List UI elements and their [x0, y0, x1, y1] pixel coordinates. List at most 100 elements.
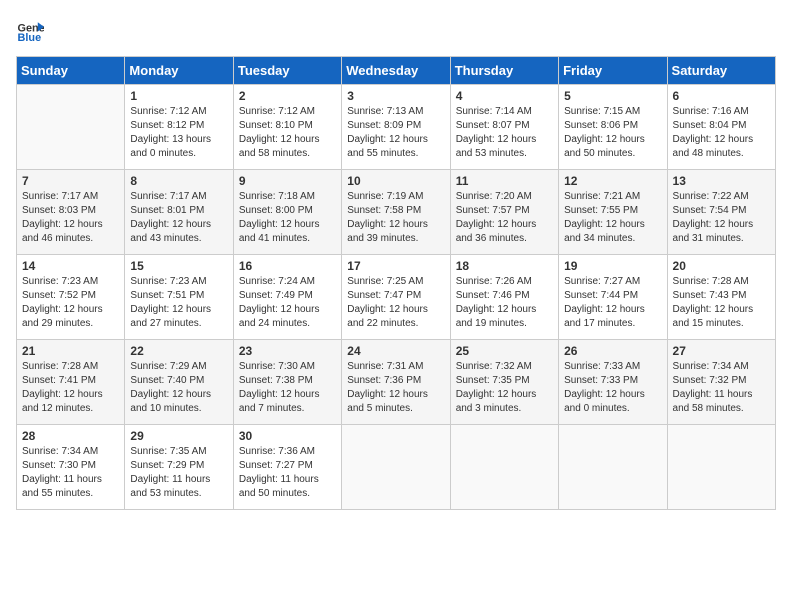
day-info: Sunrise: 7:14 AMSunset: 8:07 PMDaylight:…: [456, 105, 553, 161]
day-info: Sunrise: 7:34 AMSunset: 7:32 PMDaylight:…: [673, 360, 770, 416]
calendar-week-row: 1 Sunrise: 7:12 AMSunset: 8:12 PMDaylight…: [17, 85, 776, 170]
logo: General Blue: [16, 16, 48, 44]
weekday-header: Friday: [559, 57, 667, 85]
day-number: 6: [673, 89, 770, 103]
day-number: 18: [456, 259, 553, 273]
day-info: Sunrise: 7:19 AMSunset: 7:58 PMDaylight:…: [347, 190, 444, 246]
logo-icon: General Blue: [16, 16, 44, 44]
day-number: 5: [564, 89, 661, 103]
day-info: Sunrise: 7:23 AMSunset: 7:52 PMDaylight:…: [22, 275, 119, 331]
day-info: Sunrise: 7:28 AMSunset: 7:41 PMDaylight:…: [22, 360, 119, 416]
calendar-cell: [17, 85, 125, 170]
day-number: 24: [347, 344, 444, 358]
calendar-cell: [450, 425, 558, 510]
day-number: 20: [673, 259, 770, 273]
day-info: Sunrise: 7:18 AMSunset: 8:00 PMDaylight:…: [239, 190, 336, 246]
day-number: 21: [22, 344, 119, 358]
weekday-header: Wednesday: [342, 57, 450, 85]
day-info: Sunrise: 7:30 AMSunset: 7:38 PMDaylight:…: [239, 360, 336, 416]
day-number: 2: [239, 89, 336, 103]
calendar-cell: 26 Sunrise: 7:33 AMSunset: 7:33 PMDayligh…: [559, 340, 667, 425]
day-number: 3: [347, 89, 444, 103]
day-info: Sunrise: 7:25 AMSunset: 7:47 PMDaylight:…: [347, 275, 444, 331]
calendar-cell: 11 Sunrise: 7:20 AMSunset: 7:57 PMDayligh…: [450, 170, 558, 255]
calendar-cell: 7 Sunrise: 7:17 AMSunset: 8:03 PMDaylight…: [17, 170, 125, 255]
calendar-cell: 3 Sunrise: 7:13 AMSunset: 8:09 PMDaylight…: [342, 85, 450, 170]
day-info: Sunrise: 7:32 AMSunset: 7:35 PMDaylight:…: [456, 360, 553, 416]
calendar-cell: 2Sunrise: 7:12 AMSunset: 8:10 PMDaylight…: [233, 85, 341, 170]
weekday-header: Monday: [125, 57, 233, 85]
weekday-header: Thursday: [450, 57, 558, 85]
day-number: 8: [130, 174, 227, 188]
calendar-cell: 8 Sunrise: 7:17 AMSunset: 8:01 PMDaylight…: [125, 170, 233, 255]
day-info: Sunrise: 7:28 AMSunset: 7:43 PMDaylight:…: [673, 275, 770, 331]
calendar-cell: 20 Sunrise: 7:28 AMSunset: 7:43 PMDayligh…: [667, 255, 775, 340]
calendar-header-row: SundayMondayTuesdayWednesdayThursdayFrid…: [17, 57, 776, 85]
calendar-cell: 29 Sunrise: 7:35 AMSunset: 7:29 PMDayligh…: [125, 425, 233, 510]
day-number: 25: [456, 344, 553, 358]
calendar-cell: 10 Sunrise: 7:19 AMSunset: 7:58 PMDayligh…: [342, 170, 450, 255]
calendar-cell: 30 Sunrise: 7:36 AMSunset: 7:27 PMDayligh…: [233, 425, 341, 510]
day-number: 17: [347, 259, 444, 273]
calendar-table: SundayMondayTuesdayWednesdayThursdayFrid…: [16, 56, 776, 510]
day-number: 13: [673, 174, 770, 188]
day-number: 9: [239, 174, 336, 188]
calendar-cell: 28 Sunrise: 7:34 AMSunset: 7:30 PMDayligh…: [17, 425, 125, 510]
calendar-cell: [667, 425, 775, 510]
calendar-cell: 6Sunrise: 7:16 AMSunset: 8:04 PMDaylight…: [667, 85, 775, 170]
day-number: 16: [239, 259, 336, 273]
day-info: Sunrise: 7:12 AMSunset: 8:12 PMDaylight:…: [130, 105, 227, 161]
calendar-cell: 12Sunrise: 7:21 AMSunset: 7:55 PMDayligh…: [559, 170, 667, 255]
calendar-cell: 17 Sunrise: 7:25 AMSunset: 7:47 PMDayligh…: [342, 255, 450, 340]
calendar-week-row: 14 Sunrise: 7:23 AMSunset: 7:52 PMDayligh…: [17, 255, 776, 340]
day-info: Sunrise: 7:36 AMSunset: 7:27 PMDaylight:…: [239, 445, 336, 501]
day-info: Sunrise: 7:29 AMSunset: 7:40 PMDaylight:…: [130, 360, 227, 416]
day-info: Sunrise: 7:15 AMSunset: 8:06 PMDaylight:…: [564, 105, 661, 161]
calendar-cell: 24 Sunrise: 7:31 AMSunset: 7:36 PMDayligh…: [342, 340, 450, 425]
day-number: 26: [564, 344, 661, 358]
day-info: Sunrise: 7:17 AMSunset: 8:03 PMDaylight:…: [22, 190, 119, 246]
calendar-cell: 16 Sunrise: 7:24 AMSunset: 7:49 PMDayligh…: [233, 255, 341, 340]
day-info: Sunrise: 7:13 AMSunset: 8:09 PMDaylight:…: [347, 105, 444, 161]
day-info: Sunrise: 7:17 AMSunset: 8:01 PMDaylight:…: [130, 190, 227, 246]
calendar-cell: 15 Sunrise: 7:23 AMSunset: 7:51 PMDayligh…: [125, 255, 233, 340]
day-number: 7: [22, 174, 119, 188]
day-info: Sunrise: 7:22 AMSunset: 7:54 PMDaylight:…: [673, 190, 770, 246]
calendar-cell: 5 Sunrise: 7:15 AMSunset: 8:06 PMDaylight…: [559, 85, 667, 170]
calendar-cell: 19 Sunrise: 7:27 AMSunset: 7:44 PMDayligh…: [559, 255, 667, 340]
day-number: 10: [347, 174, 444, 188]
calendar-cell: 14 Sunrise: 7:23 AMSunset: 7:52 PMDayligh…: [17, 255, 125, 340]
day-info: Sunrise: 7:34 AMSunset: 7:30 PMDaylight:…: [22, 445, 119, 501]
day-number: 1: [130, 89, 227, 103]
day-info: Sunrise: 7:24 AMSunset: 7:49 PMDaylight:…: [239, 275, 336, 331]
day-number: 23: [239, 344, 336, 358]
calendar-cell: 23 Sunrise: 7:30 AMSunset: 7:38 PMDayligh…: [233, 340, 341, 425]
day-info: Sunrise: 7:21 AMSunset: 7:55 PMDaylight:…: [564, 190, 661, 246]
day-number: 15: [130, 259, 227, 273]
calendar-cell: 1 Sunrise: 7:12 AMSunset: 8:12 PMDaylight…: [125, 85, 233, 170]
day-number: 22: [130, 344, 227, 358]
day-number: 29: [130, 429, 227, 443]
day-number: 28: [22, 429, 119, 443]
day-info: Sunrise: 7:20 AMSunset: 7:57 PMDaylight:…: [456, 190, 553, 246]
day-number: 4: [456, 89, 553, 103]
calendar-cell: 21 Sunrise: 7:28 AMSunset: 7:41 PMDayligh…: [17, 340, 125, 425]
day-info: Sunrise: 7:31 AMSunset: 7:36 PMDaylight:…: [347, 360, 444, 416]
weekday-header: Tuesday: [233, 57, 341, 85]
day-number: 30: [239, 429, 336, 443]
day-number: 27: [673, 344, 770, 358]
day-number: 19: [564, 259, 661, 273]
day-number: 11: [456, 174, 553, 188]
day-info: Sunrise: 7:23 AMSunset: 7:51 PMDaylight:…: [130, 275, 227, 331]
calendar-cell: [559, 425, 667, 510]
day-info: Sunrise: 7:27 AMSunset: 7:44 PMDaylight:…: [564, 275, 661, 331]
calendar-cell: 9 Sunrise: 7:18 AMSunset: 8:00 PMDaylight…: [233, 170, 341, 255]
weekday-header: Saturday: [667, 57, 775, 85]
calendar-week-row: 21 Sunrise: 7:28 AMSunset: 7:41 PMDayligh…: [17, 340, 776, 425]
calendar-cell: 22 Sunrise: 7:29 AMSunset: 7:40 PMDayligh…: [125, 340, 233, 425]
day-number: 14: [22, 259, 119, 273]
day-info: Sunrise: 7:33 AMSunset: 7:33 PMDaylight:…: [564, 360, 661, 416]
calendar-cell: 4 Sunrise: 7:14 AMSunset: 8:07 PMDaylight…: [450, 85, 558, 170]
page-header: General Blue: [16, 16, 776, 44]
day-info: Sunrise: 7:35 AMSunset: 7:29 PMDaylight:…: [130, 445, 227, 501]
